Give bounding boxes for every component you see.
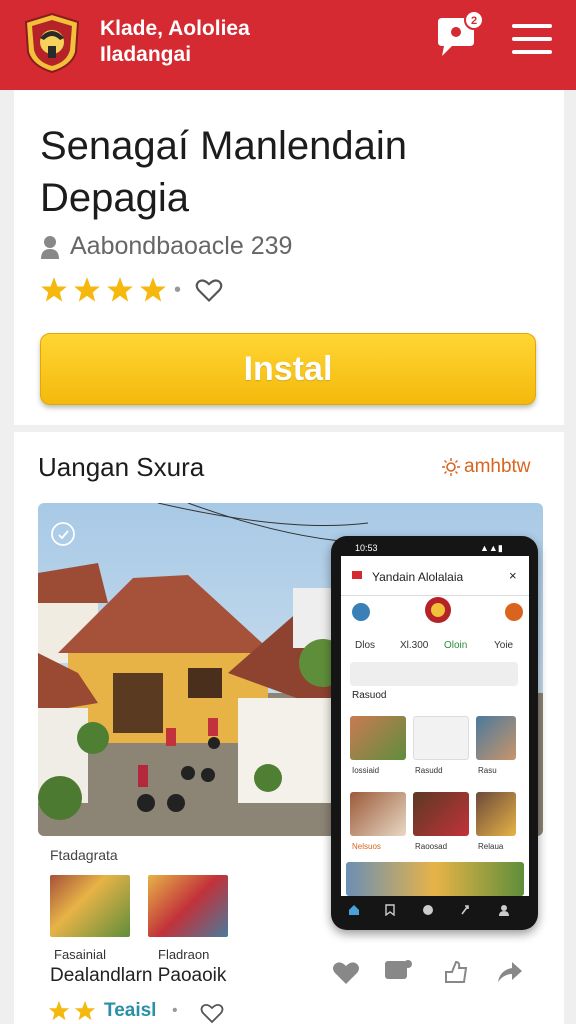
section-link[interactable]: amhbtw [442, 456, 531, 478]
phone-status-time: 10:53 [355, 543, 378, 553]
phone-thumb[interactable] [350, 716, 406, 760]
brand-name: Klade, Aololiea Iladangai [100, 16, 250, 68]
section-title: Uangan Sxura [38, 452, 205, 482]
like-icon[interactable] [330, 956, 362, 988]
sub-section-label: Ftadagrata [50, 847, 118, 863]
person-icon [41, 235, 59, 259]
phone-tab[interactable]: Dlos [355, 640, 375, 651]
phone-tab[interactable]: Xl.300 [400, 640, 428, 651]
phone-status-icons: ▲▲▮ [480, 543, 503, 553]
home-icon[interactable] [348, 904, 360, 916]
app-title: Senagaí Manlendain Depagia [40, 124, 407, 220]
item-rating: Teaisl [48, 1000, 156, 1022]
comment-icon[interactable] [382, 956, 414, 988]
sun-icon [442, 458, 460, 476]
phone-avatar-right [505, 603, 523, 621]
section-link-label: amhbtw [464, 456, 531, 477]
phone-search-bar[interactable] [350, 662, 518, 686]
phone-thumb-label: Relaua [478, 842, 504, 851]
phone-thumb-label: Rasu [478, 766, 497, 775]
share-arrow-icon[interactable] [494, 956, 526, 988]
heart-icon[interactable] [195, 276, 223, 304]
phone-thumb-label: Nelsuos [352, 842, 381, 851]
install-button[interactable]: Instal [40, 333, 536, 405]
phone-thumb[interactable] [476, 792, 516, 836]
phone-thumb[interactable] [350, 792, 406, 836]
phone-thumb-label: Rasudd [415, 766, 443, 775]
menu-line [512, 50, 552, 54]
phone-thumb-label: Iossiaid [352, 766, 380, 775]
star-icon [140, 277, 166, 302]
circle-icon[interactable] [422, 904, 434, 916]
play-circle-icon[interactable] [50, 521, 76, 547]
phone-section-title: Rasuod [352, 690, 387, 701]
phone-thumb-label: Raoosad [415, 842, 448, 851]
item-title: Dealandlarn Paoaoik [50, 965, 227, 986]
thumbnail-caption: Fladraon [158, 947, 210, 962]
app-rating: • [40, 276, 223, 304]
star-icon [107, 277, 133, 302]
phone-app-title: Yandain Alolalaia [372, 570, 464, 584]
chat-notification-icon[interactable]: 2 [434, 10, 486, 62]
star-icon [41, 277, 67, 302]
separator-dot: • [174, 278, 182, 301]
phone-map-thumb[interactable] [413, 716, 469, 760]
svg-text:2: 2 [471, 15, 477, 27]
developer-row[interactable]: Aabondbaoacle 239 [40, 232, 292, 261]
developer-name: Aabondbaoacle 239 [70, 232, 293, 260]
thumbnail-caption: Fasainial [54, 947, 107, 962]
hamburger-menu-icon[interactable] [512, 24, 552, 58]
heart-icon[interactable] [200, 1002, 224, 1024]
menu-line [512, 37, 552, 41]
phone-tab[interactable]: Yoie [494, 640, 513, 651]
village-thumbnail[interactable] [50, 875, 130, 937]
people-thumbnail[interactable] [148, 875, 228, 937]
logo-emblem[interactable] [22, 12, 82, 74]
phone-tab[interactable]: Oloin [444, 640, 467, 651]
phone-thumb[interactable] [476, 716, 516, 760]
phone-close-icon[interactable]: × [509, 568, 517, 583]
phone-banner-thumb[interactable] [346, 862, 524, 896]
profile-icon[interactable] [498, 904, 510, 916]
star-icon [74, 277, 100, 302]
phone-logo-emblem [425, 597, 451, 623]
separator-dot: • [172, 1002, 178, 1019]
phone-flag-icon [352, 571, 362, 579]
menu-line [512, 24, 552, 28]
app-header [0, 0, 576, 90]
thumbs-up-icon[interactable] [440, 956, 472, 988]
item-rating-text: Teaisl [104, 1000, 157, 1021]
share-icon[interactable] [460, 904, 472, 916]
brand-line-2: Iladangai [100, 43, 192, 66]
star-icon [74, 1000, 96, 1021]
brand-line-1: Klade, Aololiea [100, 17, 250, 40]
phone-avatar [352, 603, 370, 621]
bookmark-icon[interactable] [384, 904, 396, 916]
phone-thumb[interactable] [413, 792, 469, 836]
star-icon [48, 1000, 70, 1021]
